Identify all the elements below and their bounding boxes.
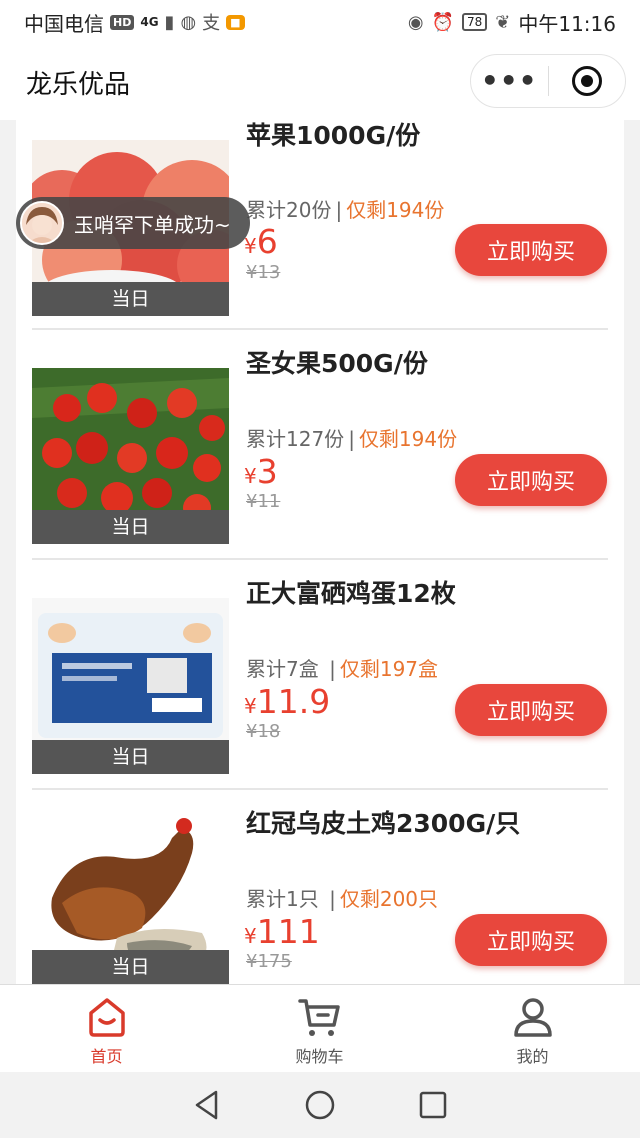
product-image[interactable]: 当日 xyxy=(32,368,229,544)
price-value: 6 xyxy=(256,222,278,261)
target-icon xyxy=(571,66,602,96)
back-triangle-icon xyxy=(195,1090,217,1120)
page-title: 龙乐优品 xyxy=(26,69,131,100)
product-item[interactable]: 当日 红冠乌皮土鸡2300G/只 累计1只 | 仅剩200只 ¥111 ¥175 … xyxy=(32,790,608,984)
product-name: 正大富硒鸡蛋12枚 xyxy=(246,579,456,608)
carrier-label: 中国电信 xyxy=(24,11,104,36)
cart-icon xyxy=(297,999,340,1036)
tab-home[interactable]: 首页 xyxy=(0,985,213,1072)
sold-count: 累计20份 xyxy=(246,198,332,222)
sold-count: 累计7盒 xyxy=(246,657,319,681)
avatar xyxy=(20,201,64,245)
eye-icon: ◉ xyxy=(407,11,424,33)
price-value: 3 xyxy=(256,452,278,491)
buy-now-button[interactable]: 立即购买 xyxy=(455,224,607,276)
leaf-icon: ❦ xyxy=(495,11,511,33)
product-name: 圣女果500G/份 xyxy=(246,349,428,378)
buy-now-button[interactable]: 立即购买 xyxy=(455,454,607,506)
tag-label: 当日 xyxy=(32,740,229,774)
miniprogram-capsule: ••• xyxy=(470,54,626,108)
product-item[interactable]: 当日 正大富硒鸡蛋12枚 累计7盒 | 仅剩197盒 ¥11.9 ¥18 立即购买 xyxy=(32,560,608,790)
user-icon xyxy=(513,998,552,1037)
product-stats: 累计20份 | 仅剩194份 xyxy=(246,198,445,222)
tag-label: 当日 xyxy=(32,950,229,984)
product-stats: 累计1只 | 仅剩200只 xyxy=(246,887,439,911)
clock: 中午11:16 xyxy=(518,11,616,36)
hd-badge: HD xyxy=(110,14,135,30)
price-value: 111 xyxy=(256,912,320,951)
product-price: ¥111 xyxy=(244,912,320,951)
tab-label: 我的 xyxy=(516,1047,549,1066)
remaining-count: 仅剩194份 xyxy=(346,198,445,222)
product-stats: 累计127份 | 仅剩194份 xyxy=(246,427,458,451)
tab-mine[interactable]: 我的 xyxy=(426,985,639,1072)
recents-square-icon xyxy=(420,1091,447,1119)
product-item[interactable]: 当日 圣女果500G/份 累计127份 | 仅剩194份 ¥3 ¥11 立即购买 xyxy=(32,330,608,560)
original-price: ¥11 xyxy=(246,491,281,512)
home-icon xyxy=(88,998,125,1037)
remaining-count: 仅剩197盒 xyxy=(339,657,439,681)
system-nav-bar xyxy=(0,1072,640,1138)
status-bar: 中国电信 HD 4G ▮ ◍ 支 ■ ◉ ⏰ 78 ❦ 中午11:16 xyxy=(0,0,640,44)
close-miniprogram-button[interactable] xyxy=(549,66,626,96)
original-price: ¥175 xyxy=(246,951,292,972)
product-stats: 累计7盒 | 仅剩197盒 xyxy=(246,657,439,681)
wechat-icon: ◍ xyxy=(180,11,197,33)
home-circle-icon xyxy=(305,1090,335,1120)
app-notification-icon: ■ xyxy=(226,14,245,30)
back-button[interactable] xyxy=(187,1085,227,1125)
sold-count: 累计1只 xyxy=(246,887,319,911)
original-price: ¥18 xyxy=(246,721,281,742)
alarm-icon: ⏰ xyxy=(431,11,454,33)
tab-bar: 首页 购物车 我的 xyxy=(0,984,640,1072)
remaining-count: 仅剩194份 xyxy=(358,427,458,451)
price-value: 11.9 xyxy=(256,682,331,721)
order-toast: 玉哨罕下单成功~ xyxy=(16,197,250,249)
buy-now-button[interactable]: 立即购买 xyxy=(455,684,607,736)
product-name: 苹果1000G/份 xyxy=(246,121,421,150)
product-price: ¥11.9 xyxy=(244,682,331,721)
product-price: ¥3 xyxy=(244,452,278,491)
battery-indicator: 78 xyxy=(461,13,488,31)
product-list[interactable]: 当日 苹果1000G/份 累计20份|仅剩194份 ¥6 ¥13 立即购买 xyxy=(16,120,624,984)
tab-cart[interactable]: 购物车 xyxy=(213,985,426,1072)
tag-label: 当日 xyxy=(32,510,229,544)
buy-now-button[interactable]: 立即购买 xyxy=(455,914,607,966)
signal-label: 4G xyxy=(140,15,159,29)
product-name: 红冠乌皮土鸡2300G/只 xyxy=(246,809,521,838)
tag-label: 当日 xyxy=(32,282,229,316)
sold-count: 累计127份 xyxy=(246,427,345,451)
tab-label: 购物车 xyxy=(295,1047,344,1066)
title-bar: 龙乐优品 ••• xyxy=(0,44,640,120)
original-price: ¥13 xyxy=(246,262,281,283)
home-system-button[interactable] xyxy=(300,1085,340,1125)
tab-label: 首页 xyxy=(90,1047,123,1066)
recents-button[interactable] xyxy=(413,1085,453,1125)
toast-message: 玉哨罕下单成功~ xyxy=(74,212,231,237)
alipay-icon: 支 xyxy=(202,13,221,34)
product-image[interactable]: 当日 xyxy=(32,808,229,984)
product-image[interactable]: 当日 xyxy=(32,598,229,774)
remaining-count: 仅剩200只 xyxy=(339,887,439,911)
more-options-button[interactable]: ••• xyxy=(471,67,548,95)
signal-bars-icon: ▮ xyxy=(164,11,175,33)
